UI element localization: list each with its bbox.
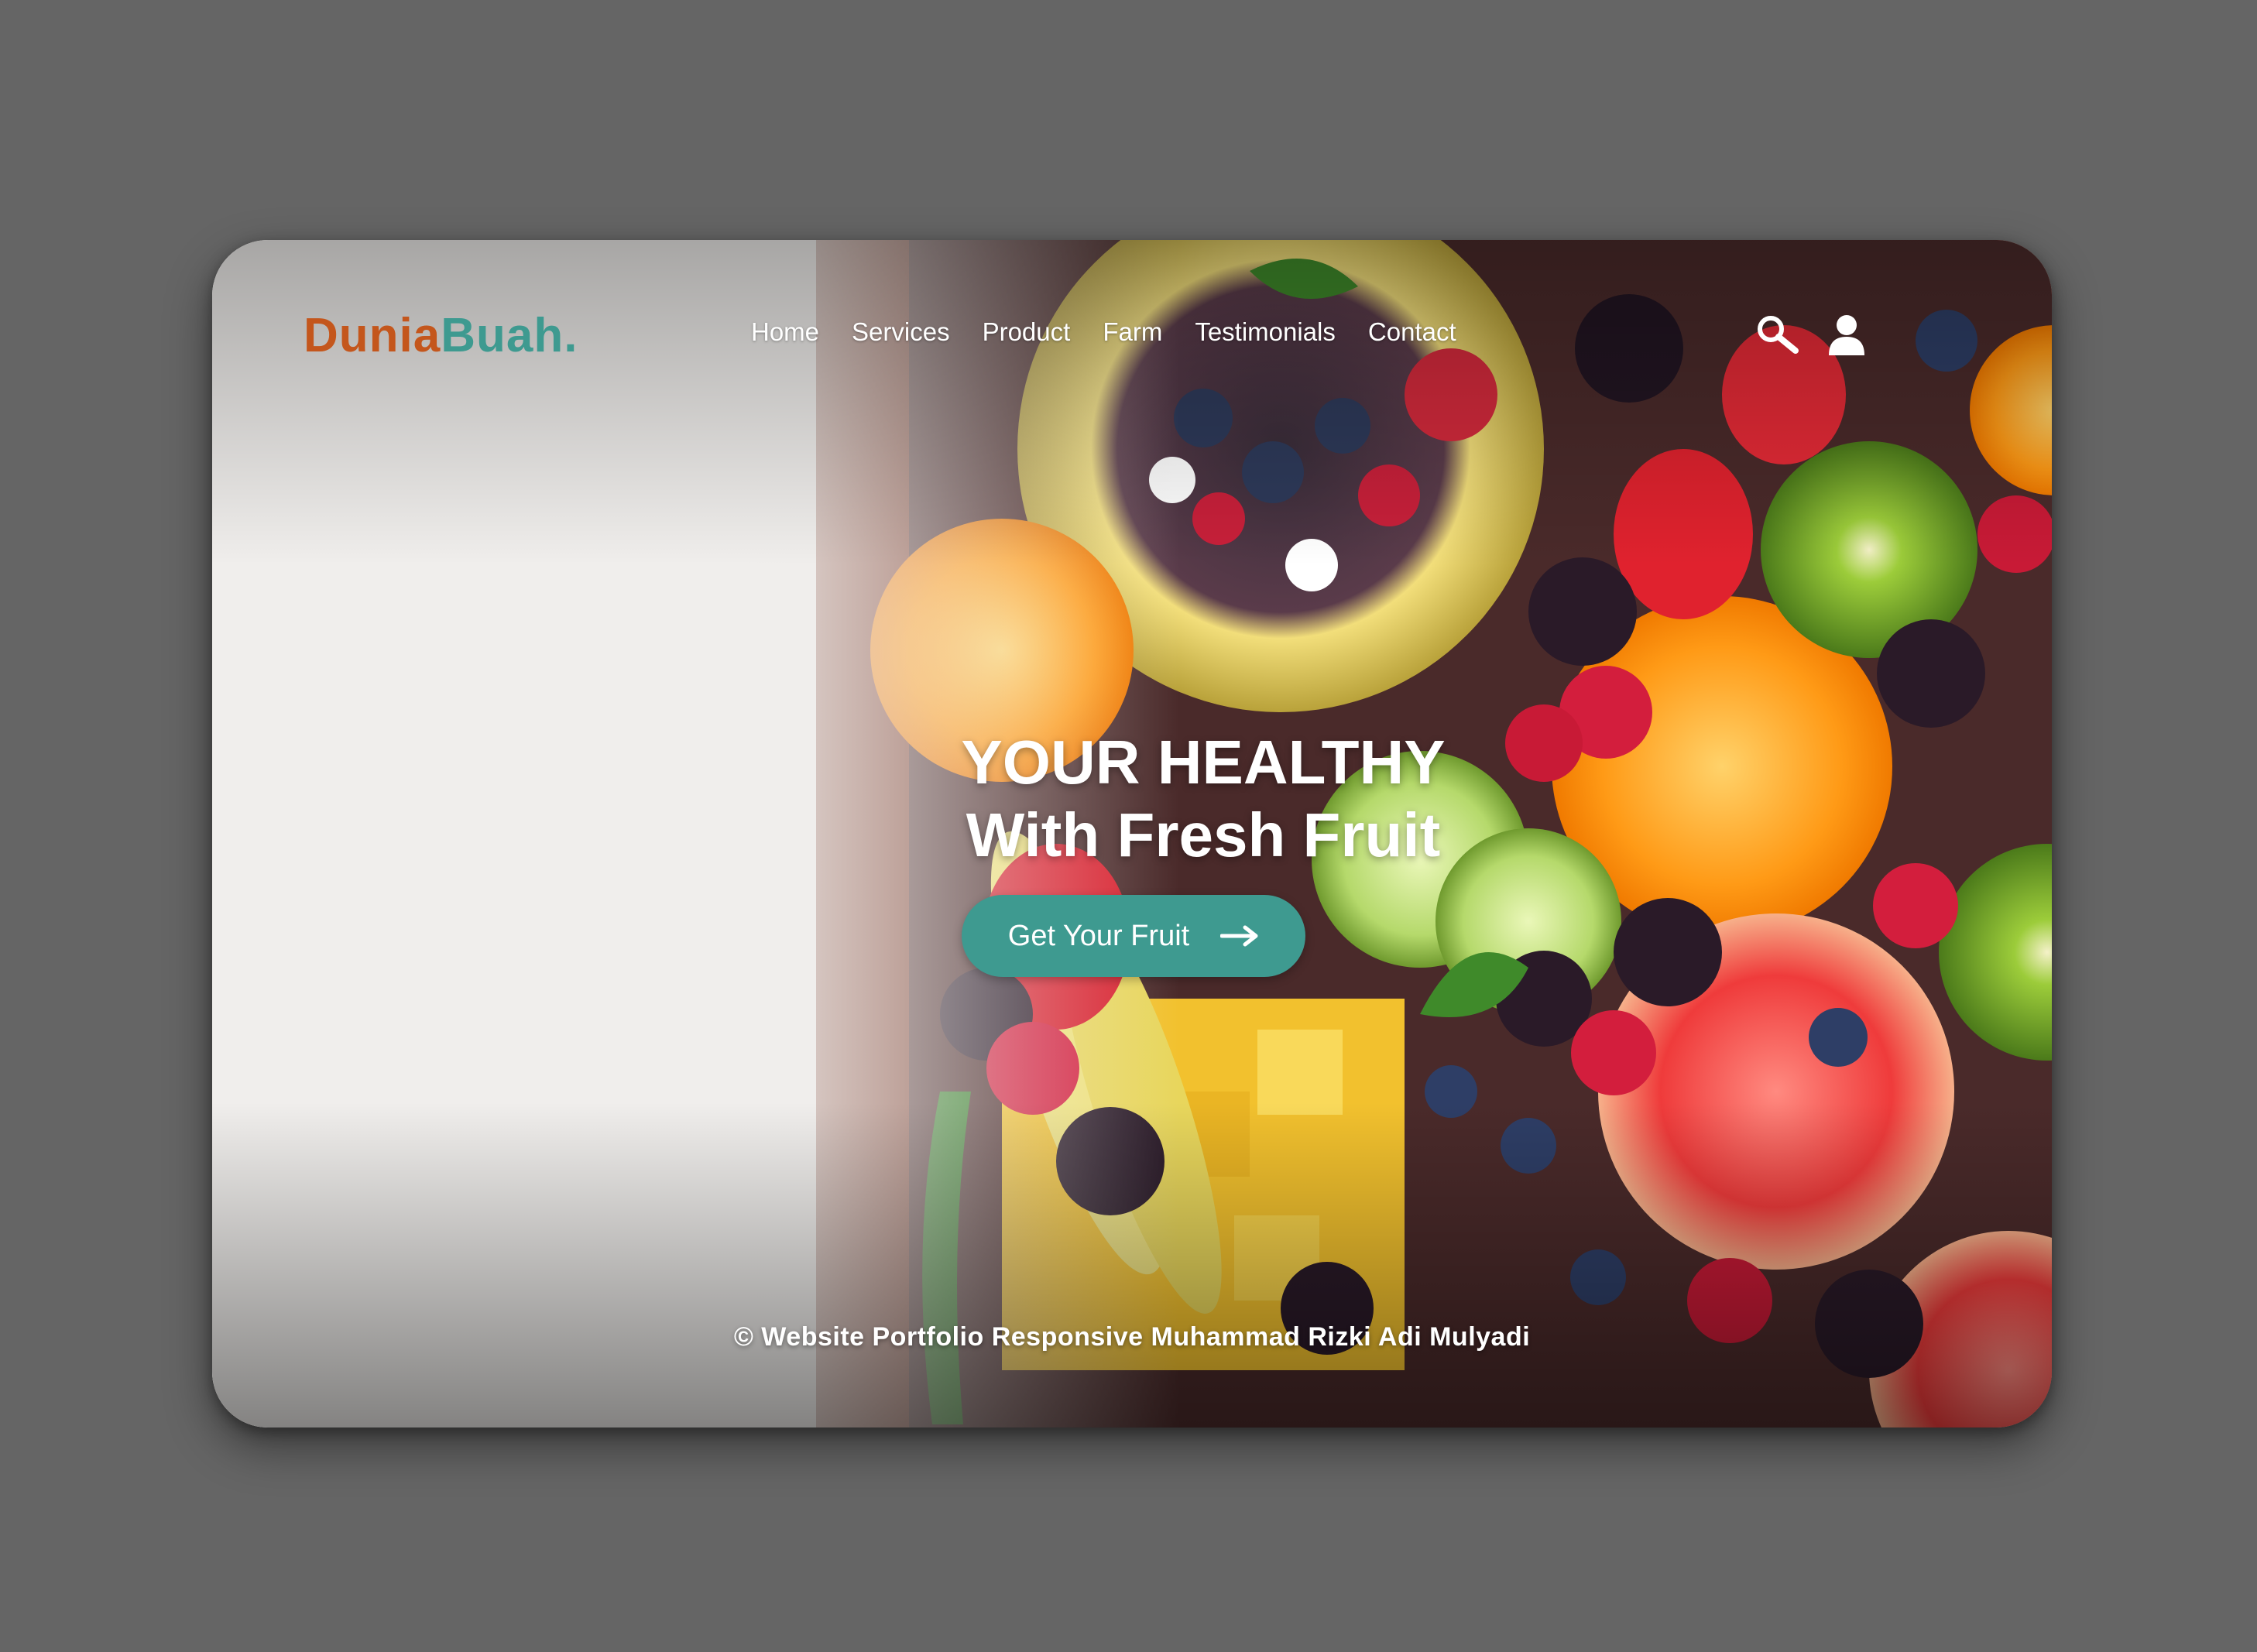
nav-testimonials[interactable]: Testimonials (1195, 317, 1336, 347)
hero-title: YOUR HEALTHY With Fresh Fruit (816, 726, 1590, 872)
header-icons (1753, 311, 1871, 359)
main-nav: Home Services Product Farm Testimonials … (751, 317, 1456, 347)
website-card: DuniaBuah. Home Services Product Farm Te… (212, 240, 2052, 1428)
nav-contact[interactable]: Contact (1368, 317, 1456, 347)
footer-copyright: © Website Portfolio Responsive Muhammad … (733, 1322, 1531, 1352)
get-your-fruit-button[interactable]: Get Your Fruit (962, 895, 1305, 977)
cta-label: Get Your Fruit (1007, 919, 1190, 952)
presentation-stage: DuniaBuah. Home Services Product Farm Te… (0, 0, 2257, 1652)
brand-logo[interactable]: DuniaBuah. (304, 308, 578, 363)
user-icon[interactable] (1823, 311, 1871, 359)
arrow-right-icon (1220, 924, 1259, 948)
nav-services[interactable]: Services (852, 317, 950, 347)
nav-product[interactable]: Product (983, 317, 1071, 347)
hero-title-line2: With Fresh Fruit (966, 800, 1441, 869)
brand-name-part1: Dunia (304, 309, 441, 362)
nav-home[interactable]: Home (751, 317, 819, 347)
search-icon[interactable] (1753, 311, 1801, 359)
nav-farm[interactable]: Farm (1103, 317, 1162, 347)
brand-name-part2: Buah. (441, 309, 578, 362)
hero-title-line1: YOUR HEALTHY (961, 728, 1446, 797)
